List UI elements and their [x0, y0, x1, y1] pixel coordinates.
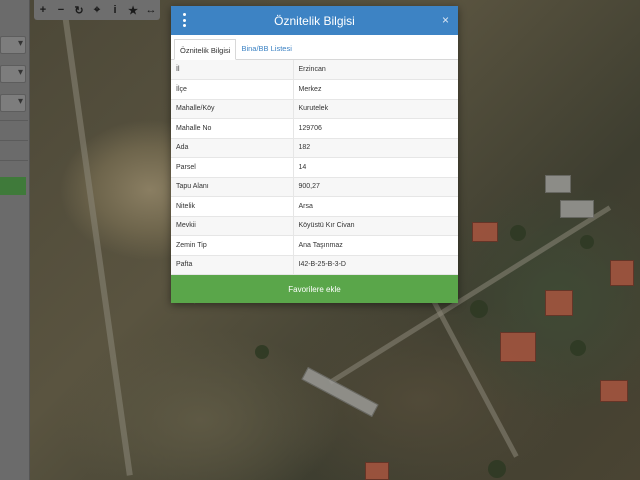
map-road	[60, 0, 133, 476]
zoom-in-button[interactable]: +	[34, 0, 52, 20]
attribute-value: 182	[293, 138, 458, 158]
attribute-info-dialog: Öznitelik Bilgisi × Öznitelik Bilgisi Bi…	[171, 6, 458, 303]
table-row: Zemin Tip Ana Taşınmaz	[171, 235, 458, 256]
sidebar-select[interactable]	[0, 94, 26, 112]
attribute-value: Köyüstü Kır Civan	[293, 216, 458, 236]
tab-attribute-info[interactable]: Öznitelik Bilgisi	[174, 39, 237, 60]
dialog-title: Öznitelik Bilgisi	[274, 13, 355, 28]
sidebar-select[interactable]	[0, 36, 26, 54]
map-building	[610, 260, 634, 286]
attribute-value: Arsa	[293, 196, 458, 217]
table-row: İl Erzincan	[171, 60, 458, 80]
attribute-value: I42-B-25-B-3-D	[293, 255, 458, 275]
sidebar-select[interactable]	[0, 65, 26, 83]
sidebar-divider	[0, 160, 28, 161]
tab-building-list[interactable]: Bina/BB Listesi	[236, 38, 296, 59]
attribute-key: Tapu Alanı	[171, 177, 294, 197]
zoom-out-button[interactable]: −	[52, 0, 70, 20]
map-building	[500, 332, 536, 362]
table-row: Mahalle No 129706	[171, 118, 458, 139]
bookmark-button[interactable]: ★	[124, 0, 142, 20]
left-sidebar	[0, 0, 30, 480]
map-building	[545, 290, 573, 316]
attribute-key: İl	[171, 60, 294, 80]
map-tree	[470, 300, 488, 318]
table-row: Mevkii Köyüstü Kır Civan	[171, 216, 458, 236]
attribute-value: 900,27	[293, 177, 458, 197]
table-row: Nitelik Arsa	[171, 196, 458, 217]
locate-button[interactable]: ⌖	[88, 0, 106, 20]
map-tree	[570, 340, 586, 356]
attribute-key: Mevkii	[171, 216, 294, 236]
close-icon[interactable]: ×	[442, 13, 449, 27]
attribute-key: Mahalle No	[171, 118, 294, 139]
table-row: Tapu Alanı 900,27	[171, 177, 458, 197]
attribute-value: Merkez	[293, 79, 458, 100]
table-row: Parsel 14	[171, 157, 458, 178]
sidebar-divider	[0, 120, 28, 121]
attribute-key: Pafta	[171, 255, 294, 275]
map-tree	[580, 235, 594, 249]
table-row: Pafta I42-B-25-B-3-D	[171, 255, 458, 275]
map-building	[365, 462, 389, 480]
map-toolbar: + − ↻ ⌖ i ★ ↔	[34, 0, 160, 20]
map-tree	[255, 345, 269, 359]
attribute-value: 14	[293, 157, 458, 178]
table-row: Ada 182	[171, 138, 458, 158]
map-building	[545, 175, 571, 193]
dialog-header: Öznitelik Bilgisi ×	[171, 6, 458, 35]
map-building	[560, 200, 594, 218]
add-to-favorites-button[interactable]: Favorilere ekle	[171, 275, 458, 303]
more-options-icon[interactable]	[181, 13, 187, 27]
table-row: İlçe Merkez	[171, 79, 458, 100]
attribute-key: Zemin Tip	[171, 235, 294, 256]
attribute-value: Erzincan	[293, 60, 458, 80]
attribute-key: Parsel	[171, 157, 294, 178]
attribute-key: İlçe	[171, 79, 294, 100]
refresh-button[interactable]: ↻	[70, 0, 88, 20]
sidebar-action-button[interactable]	[0, 177, 26, 195]
map-building	[600, 380, 628, 402]
map-building	[472, 222, 498, 242]
info-button[interactable]: i	[106, 0, 124, 20]
attribute-table: İl Erzincan İlçe Merkez Mahalle/Köy Kuru…	[171, 60, 458, 275]
table-row: Mahalle/Köy Kurutelek	[171, 99, 458, 119]
attribute-key: Nitelik	[171, 196, 294, 217]
attribute-value: Ana Taşınmaz	[293, 235, 458, 256]
attribute-value: 129706	[293, 118, 458, 139]
map-tree	[488, 460, 506, 478]
sidebar-divider	[0, 140, 28, 141]
attribute-value: Kurutelek	[293, 99, 458, 119]
attribute-key: Ada	[171, 138, 294, 158]
measure-button[interactable]: ↔	[142, 0, 160, 20]
map-tree	[510, 225, 526, 241]
dialog-tabs: Öznitelik Bilgisi Bina/BB Listesi	[171, 35, 458, 60]
attribute-key: Mahalle/Köy	[171, 99, 294, 119]
